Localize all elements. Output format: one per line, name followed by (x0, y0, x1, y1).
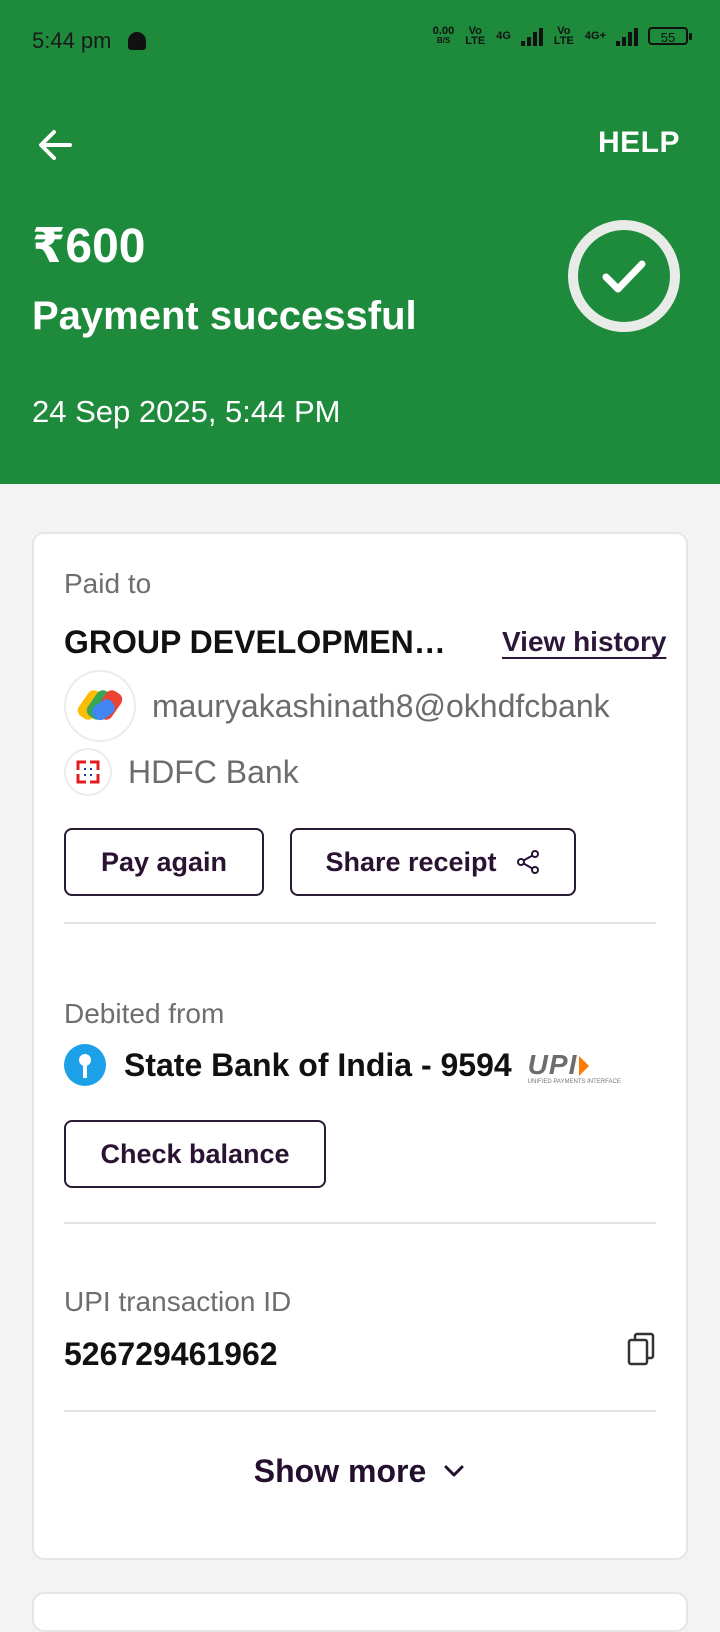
back-arrow-icon[interactable] (34, 124, 76, 166)
view-history-link[interactable]: View history (502, 626, 666, 658)
transaction-id-value: 526729461962 (64, 1336, 278, 1372)
payee-upi-row: mauryakashinath8@okhdfcbank (64, 670, 610, 742)
merchant-name: GROUP DEVELOPMENT ... (64, 624, 464, 660)
share-icon (516, 850, 539, 874)
payee-bank-row: HDFC Bank (64, 748, 299, 796)
signal-icon-2 (616, 26, 638, 46)
transaction-details-card: Paid to GROUP DEVELOPMENT ... View histo… (32, 532, 688, 1560)
payee-bank-name: HDFC Bank (128, 753, 299, 790)
upi-logo: UPI UNIFIED PAYMENTS INTERFACE (527, 1049, 621, 1085)
paid-to-label: Paid to (64, 568, 152, 599)
volte-1: Vo LTE (465, 25, 486, 47)
share-receipt-button[interactable]: Share receipt (290, 828, 576, 896)
share-receipt-label: Share receipt (325, 846, 497, 877)
section-divider (64, 1222, 656, 1224)
upi-arrow-icon (579, 1056, 590, 1076)
next-card-edge (32, 1592, 688, 1632)
upi-logo-text: UPI (527, 1049, 578, 1080)
status-bar: 5:44 pm 0.00 B/S Vo LTE 4G Vo LTE 4G+ 55 (32, 25, 692, 56)
payment-status: Payment successful (32, 294, 417, 338)
show-more-button[interactable]: Show more (34, 1448, 686, 1494)
signal-icon (520, 26, 543, 46)
payment-datetime: 24 Sep 2025, 5:44 PM (32, 394, 341, 429)
show-more-label: Show more (253, 1452, 427, 1489)
pay-again-label: Pay again (100, 846, 228, 877)
debit-account-name: State Bank of India - 9594 (124, 1046, 512, 1083)
check-balance-button[interactable]: Check balance (64, 1120, 326, 1188)
network-speed: 0.00 B/S (433, 26, 454, 46)
check-balance-label: Check balance (100, 1138, 290, 1169)
chevron-down-icon (444, 1465, 464, 1477)
pay-again-button[interactable]: Pay again (64, 828, 264, 896)
android-icon (127, 32, 146, 50)
copy-icon[interactable] (626, 1332, 656, 1366)
transaction-id-label: UPI transaction ID (64, 1286, 292, 1317)
hdfc-bank-icon (64, 748, 112, 796)
payment-amount: ₹600 (32, 220, 146, 273)
upi-logo-tagline: UNIFIED PAYMENTS INTERFACE (527, 1079, 621, 1085)
section-divider (64, 922, 656, 924)
payee-upi-id: mauryakashinath8@okhdfcbank (152, 687, 610, 724)
network-type-2: 4G+ (584, 30, 606, 42)
sbi-bank-icon (64, 1044, 106, 1086)
status-time: 5:44 pm (32, 28, 112, 53)
payment-success-header: 5:44 pm 0.00 B/S Vo LTE 4G Vo LTE 4G+ 55… (0, 0, 720, 484)
google-pay-icon (64, 670, 136, 742)
network-speed-value: 0.00 (432, 25, 455, 37)
volte-2: Vo LTE (553, 25, 574, 47)
network-speed-unit: B/S (436, 36, 451, 45)
debit-account-row: State Bank of India - 9594 UPI UNIFIED P… (64, 1044, 621, 1086)
battery-icon: 55 (648, 27, 692, 45)
success-check-icon (568, 220, 680, 332)
section-divider (64, 1410, 656, 1412)
help-button[interactable]: HELP (598, 126, 680, 160)
debited-from-label: Debited from (64, 998, 225, 1029)
network-type-1: 4G (496, 30, 511, 42)
status-icons: 0.00 B/S Vo LTE 4G Vo LTE 4G+ 55 (433, 25, 692, 47)
